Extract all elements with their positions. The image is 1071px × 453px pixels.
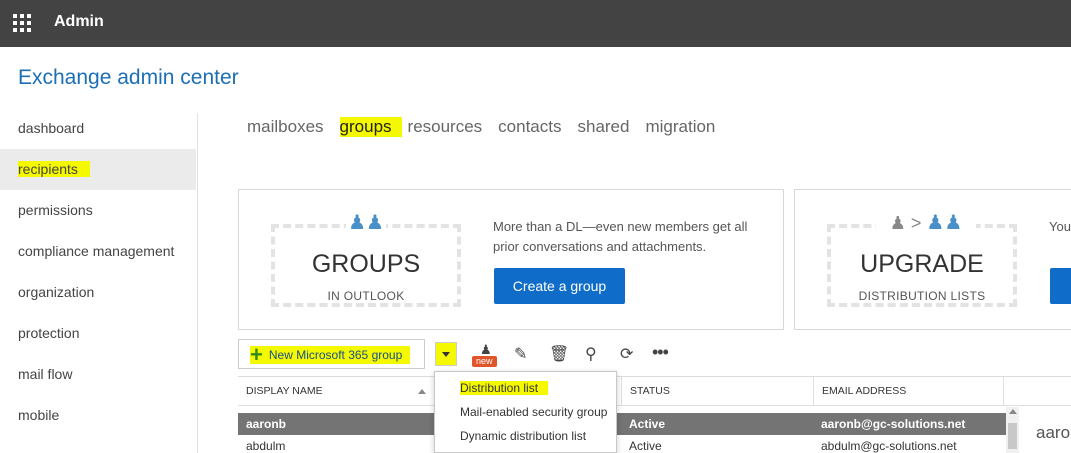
admin-title[interactable]: Admin [54, 13, 104, 31]
table-row[interactable]: abdulm Active abdulm@gc-solutions.net [238, 435, 1008, 453]
upgrade-big-label: UPGRADE [860, 250, 984, 278]
groups-small-label: IN OUTLOOK [327, 289, 405, 303]
sidebar-item-dashboard[interactable]: dashboard [0, 108, 196, 149]
tab-mailboxes[interactable]: mailboxes [247, 117, 324, 137]
upgrade-arrow-icon: ♟ > ♟♟ [876, 210, 976, 238]
row-display-name: aaronb [246, 417, 287, 431]
tab-shared[interactable]: shared [577, 117, 629, 137]
sidebar-item-mail-flow[interactable]: mail flow [0, 354, 196, 395]
new-badge: new [472, 356, 497, 367]
new-dropdown-button[interactable] [435, 342, 457, 366]
app-title: Exchange admin center [18, 66, 239, 89]
sidebar-divider [197, 113, 198, 453]
column-status[interactable]: STATUS [621, 377, 813, 406]
menu-item-mail-enabled-security-group[interactable]: Mail-enabled security group [460, 405, 607, 419]
groups-big-label: GROUPS [311, 250, 421, 278]
grid-header: DISPLAY NAME STATUS EMAIL ADDRESS [238, 376, 1071, 406]
sidebar-item-protection[interactable]: protection [0, 313, 196, 354]
scroll-up-icon[interactable] [1009, 409, 1017, 414]
refresh-icon[interactable]: ⟳ [620, 344, 633, 364]
row-status: Active [629, 417, 666, 431]
column-email-address[interactable]: EMAIL ADDRESS [813, 377, 1003, 406]
column-display-name[interactable]: DISPLAY NAME [238, 377, 430, 406]
sidebar-item-mobile[interactable]: mobile [0, 395, 196, 436]
sidebar-nav: dashboard recipients permissions complia… [0, 108, 196, 436]
upgrade-description: You for u [1049, 219, 1071, 234]
row-email: aaronb@gc-solutions.net [821, 417, 966, 431]
sidebar-item-permissions[interactable]: permissions [0, 190, 196, 231]
top-bar: Admin [0, 0, 1071, 47]
new-microsoft-365-group-button[interactable]: + New Microsoft 365 group [238, 339, 425, 369]
row-status: Active [629, 439, 662, 453]
detail-pane-title: aaro [1036, 423, 1071, 442]
grid-scrollbar[interactable] [1006, 407, 1019, 453]
delete-icon[interactable]: 🗑 [549, 344, 569, 364]
sidebar-item-compliance-management[interactable]: compliance management [0, 231, 196, 272]
menu-item-distribution-list[interactable]: Distribution list [460, 381, 549, 395]
upgrade-button[interactable] [1050, 268, 1071, 304]
menu-item-dynamic-distribution-list[interactable]: Dynamic distribution list [460, 429, 586, 443]
sidebar-item-recipients[interactable]: recipients [0, 149, 196, 190]
groups-illustration: ♟♟ GROUPS IN OUTLOOK [271, 210, 461, 307]
waffle-icon[interactable] [13, 14, 31, 32]
tab-resources[interactable]: resources [408, 117, 483, 137]
tab-migration[interactable]: migration [645, 117, 715, 137]
search-icon[interactable]: ⚲ [585, 344, 597, 364]
plus-icon: + [250, 342, 263, 367]
tab-groups[interactable]: groups [339, 117, 402, 137]
create-group-button[interactable]: Create a group [494, 268, 625, 304]
table-row[interactable]: aaronb Active aaronb@gc-solutions.net [238, 413, 1008, 435]
people-icon: ♟♟ [346, 210, 386, 238]
sidebar-item-organization[interactable]: organization [0, 272, 196, 313]
upgrade-small-label: DISTRIBUTION LISTS [858, 289, 986, 303]
new-group-dropdown-menu: Distribution list Mail-enabled security … [434, 371, 617, 453]
row-email: abdulm@gc-solutions.net [821, 439, 957, 453]
edit-icon[interactable]: ✎ [514, 344, 527, 364]
scroll-thumb[interactable] [1008, 423, 1017, 449]
more-icon[interactable]: ••• [652, 342, 669, 363]
upgrade-promo-card: ♟ > ♟♟ UPGRADE DISTRIBUTION LISTS You fo… [794, 189, 1071, 330]
groups-description: More than a DL—even new members get all … [493, 219, 748, 254]
row-display-name: abdulm [246, 439, 286, 453]
sort-ascending-icon[interactable] [418, 389, 426, 394]
tab-contacts[interactable]: contacts [498, 117, 561, 137]
groups-promo-card: ♟♟ GROUPS IN OUTLOOK More than a DL—even… [238, 189, 784, 330]
recipient-tabs: mailboxes groups resources contacts shar… [247, 117, 731, 137]
chevron-down-icon [442, 352, 450, 357]
column-filler [1003, 377, 1071, 406]
upgrade-illustration: ♟ > ♟♟ UPGRADE DISTRIBUTION LISTS [827, 210, 1017, 307]
